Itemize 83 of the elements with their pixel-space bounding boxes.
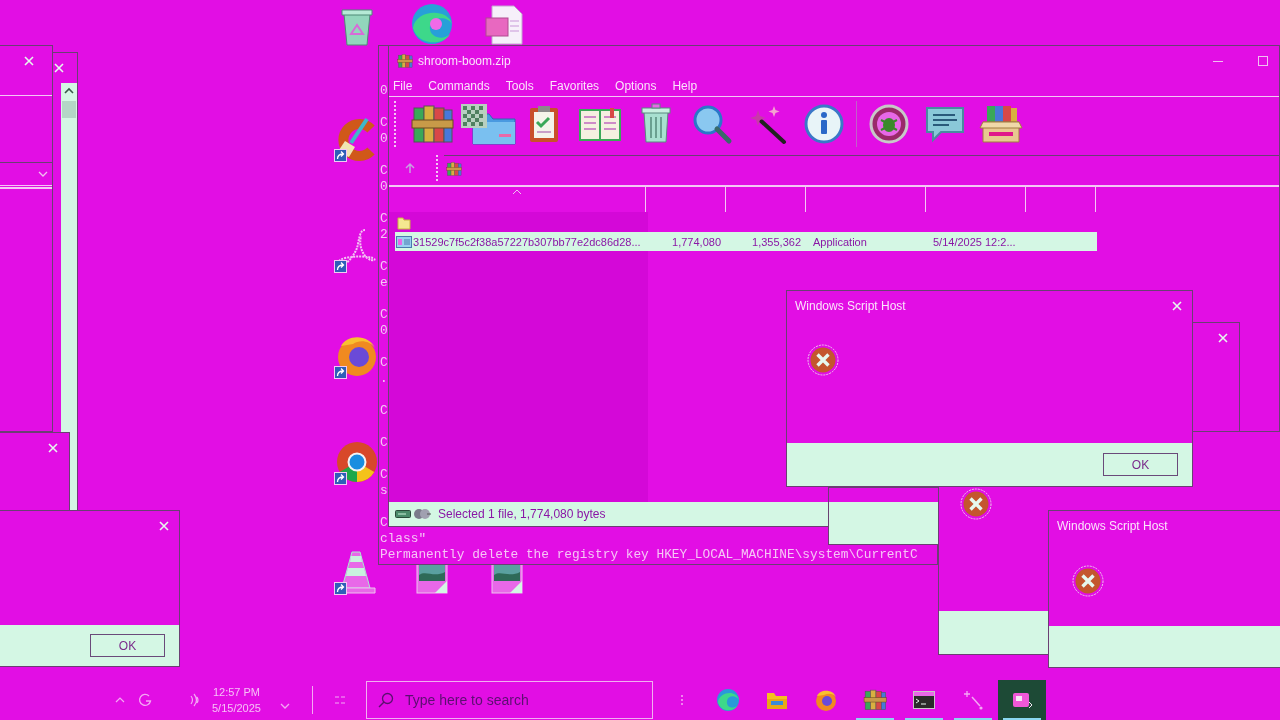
caret-up-icon[interactable]: [115, 697, 125, 703]
console-line: C: [380, 259, 388, 275]
console-line: s: [380, 483, 388, 499]
error-icon: [1072, 565, 1104, 597]
file-row[interactable]: 31529c7f5c2f38a57227b307bb77e2dc86d28... 1,774,080 1,355,362 Application 5/14/2025 12:2...: [395, 232, 1097, 251]
close-icon[interactable]: [1172, 300, 1182, 311]
console-line: 0: [380, 323, 388, 339]
file-name: 31529c7f5c2f38a57227b307bb77e2dc86d28...: [413, 235, 642, 248]
console-line: 0: [380, 131, 388, 147]
console-line: 0: [380, 179, 388, 195]
bug-icon[interactable]: [867, 102, 911, 146]
menu-item[interactable]: Help: [672, 79, 698, 93]
ok-button[interactable]: OK: [90, 634, 165, 657]
drive-icon: [395, 510, 411, 518]
console-line: C: [380, 163, 388, 179]
ring-icon[interactable]: [138, 692, 152, 708]
swirl-icon: [715, 688, 740, 712]
dialog-title: Windows Script Host: [1057, 518, 1168, 533]
taskbar-button[interactable]: [997, 680, 1046, 720]
console-line: C: [380, 211, 388, 227]
close-icon[interactable]: [54, 62, 64, 73]
console-line: C: [380, 355, 388, 371]
console-line: C: [380, 403, 388, 419]
image-file-icon[interactable]: [491, 562, 523, 594]
packed-size-value: 1,355,362: [751, 235, 802, 248]
console-line: class": [380, 531, 427, 547]
menu-item[interactable]: File: [393, 79, 413, 93]
menu-item[interactable]: Favorites: [549, 79, 600, 93]
document-icon[interactable]: [484, 5, 524, 45]
info-icon[interactable]: [802, 102, 846, 146]
console-line: 0: [380, 83, 388, 99]
status-text: Selected 1 file, 1,774,080 bytes: [438, 507, 606, 521]
maximize-icon[interactable]: [1258, 56, 1268, 66]
menu-item[interactable]: Tools: [505, 79, 534, 93]
application-icon: [396, 235, 412, 248]
console-line: C: [380, 307, 388, 323]
books-icon[interactable]: [410, 102, 454, 146]
books-icon: [446, 160, 462, 177]
file-type: Application: [812, 235, 868, 248]
close-icon[interactable]: [159, 520, 169, 531]
size-value: 1,774,080: [671, 235, 722, 248]
modified-date: 5/14/2025 12:2...: [932, 235, 1017, 248]
close-icon[interactable]: [1218, 332, 1228, 343]
window-title: shroom-boom.zip: [418, 54, 511, 68]
error-icon: [807, 344, 839, 376]
console-line: .: [380, 371, 388, 387]
signal-waves-icon[interactable]: [188, 692, 202, 708]
console-line: Permanently delete the registry key HKEY_LOCAL_MACHINE\system\CurrentC: [380, 547, 918, 563]
dialog-title: Windows Script Host: [795, 298, 906, 313]
menu-item[interactable]: Commands: [428, 79, 490, 93]
console-line: e: [380, 275, 388, 291]
terminal-icon: [911, 688, 936, 712]
swirl-icon[interactable]: [410, 3, 454, 45]
close-icon[interactable]: [48, 442, 58, 453]
folder-icon: [397, 215, 411, 230]
console-line: C: [380, 515, 388, 531]
menu-item[interactable]: Options: [615, 79, 657, 93]
console-line: 2: [380, 227, 388, 243]
chevron-down-icon[interactable]: [38, 171, 48, 177]
books-icon: [397, 53, 413, 69]
loop-icon[interactable]: [333, 228, 377, 274]
ok-button[interactable]: OK: [1103, 453, 1178, 476]
console-line: C: [380, 467, 388, 483]
search-icon: [377, 692, 394, 708]
image-file-icon[interactable]: [416, 562, 448, 594]
clock-date: 5/15/2025: [212, 701, 261, 716]
search-field[interactable]: Type here to search: [365, 681, 653, 719]
clock-time: 12:57 PM: [212, 685, 260, 700]
traffic-cone-icon[interactable]: [333, 550, 378, 596]
error-icon: [960, 488, 992, 520]
scrollbar-thumb[interactable]: [62, 101, 76, 118]
chevron-down-icon[interactable]: [279, 703, 290, 709]
console-line: C: [380, 435, 388, 451]
books-icon: [862, 688, 887, 712]
close-icon[interactable]: [24, 55, 34, 66]
sort-caret-icon[interactable]: [512, 189, 522, 195]
fox-globe-icon: [813, 688, 838, 712]
dots-icon[interactable]: [679, 694, 684, 706]
keys-icon: [413, 508, 431, 520]
up-arrow-icon[interactable]: [403, 161, 417, 175]
brush-icon[interactable]: [333, 115, 378, 163]
folder-icon[interactable]: [459, 102, 517, 146]
console-line: C: [380, 115, 388, 131]
